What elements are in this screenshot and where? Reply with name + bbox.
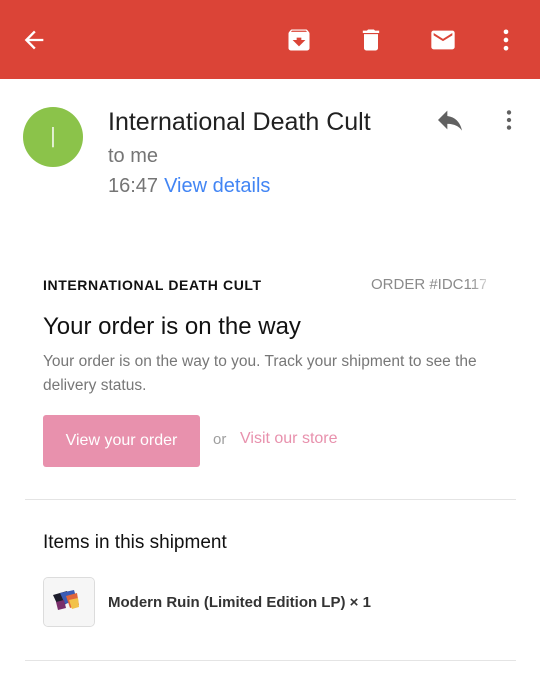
archive-button[interactable] <box>279 20 319 60</box>
more-vertical-icon <box>506 110 512 130</box>
message-more-button[interactable] <box>494 104 524 136</box>
time-line: 16:47 View details <box>108 175 270 198</box>
sender-name: International Death Cult <box>108 108 371 136</box>
divider <box>25 499 516 500</box>
order-number: ORDER #IDC117 <box>371 276 486 293</box>
reply-icon <box>438 110 462 131</box>
more-vertical-icon <box>503 29 509 51</box>
recipient-line: to me <box>108 145 159 167</box>
items-heading: Items in this shipment <box>43 532 227 553</box>
arrow-left-icon <box>24 30 44 50</box>
archive-icon <box>288 29 310 51</box>
toolbar-more-button[interactable] <box>486 20 526 60</box>
avatar: I <box>23 107 83 167</box>
mark-unread-button[interactable] <box>423 20 463 60</box>
back-button[interactable] <box>14 20 54 60</box>
email-body-text: Your order is on the way to you. Track y… <box>43 353 477 394</box>
app-toolbar <box>0 0 540 79</box>
divider <box>25 660 516 661</box>
reply-button[interactable] <box>430 104 470 136</box>
delete-button[interactable] <box>351 20 391 60</box>
view-details-link[interactable]: View details <box>164 175 270 197</box>
mail-icon <box>431 30 455 50</box>
message-time: 16:47 <box>108 175 159 197</box>
view-order-button[interactable]: View your order <box>43 415 200 467</box>
album-cover-icon <box>44 578 94 626</box>
shop-name: INTERNATIONAL DEATH CULT <box>43 277 262 293</box>
product-thumbnail <box>43 577 95 627</box>
or-separator: or <box>213 431 227 448</box>
email-heading: Your order is on the way <box>43 313 301 340</box>
visit-store-link[interactable]: Visit our store <box>240 430 338 448</box>
item-name: Modern Ruin (Limited Edition LP) × 1 <box>108 594 371 611</box>
message-header: I International Death Cult to me 16:47 Vi… <box>0 92 540 212</box>
overflow-fade <box>470 240 540 350</box>
trash-icon <box>362 29 380 51</box>
